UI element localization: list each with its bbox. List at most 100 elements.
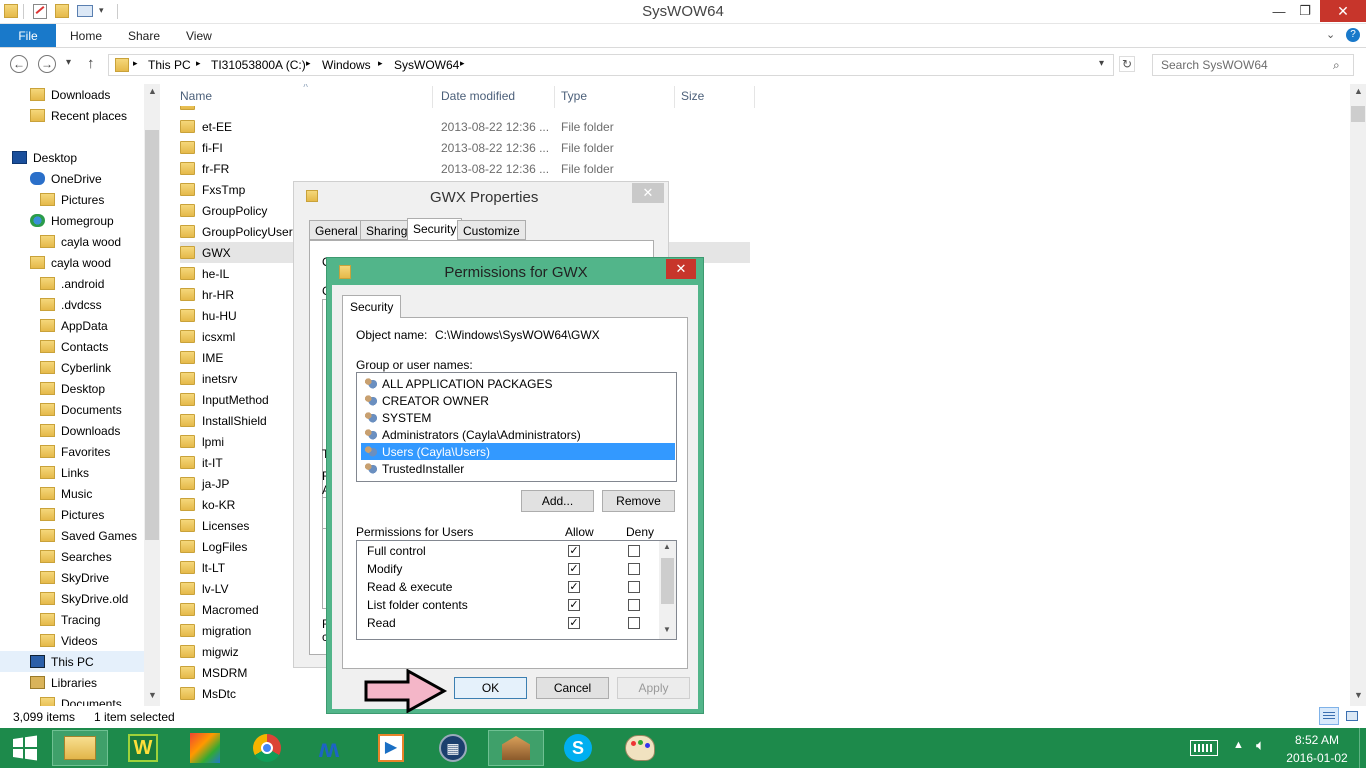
nav-item[interactable]: AppData [0,315,144,336]
column-header-name[interactable]: Name [180,89,212,103]
skype-taskbar-icon[interactable]: S [550,730,606,766]
help-icon[interactable]: ? [1346,28,1360,42]
nav-item[interactable]: SkyDrive.old [0,588,144,609]
minimize-button[interactable]: — [1266,0,1292,22]
allow-checkbox[interactable]: ✓ [568,617,580,629]
column-divider[interactable] [554,86,555,108]
recent-locations-button[interactable]: ▾ [66,57,71,68]
nav-item[interactable]: OneDrive [0,168,144,189]
tab-customize[interactable]: Customize [457,220,526,240]
nav-item[interactable]: Desktop [0,147,144,168]
user-list-item[interactable]: SYSTEM [361,409,675,426]
nav-item[interactable]: Tracing [0,609,144,630]
deny-checkbox[interactable] [628,545,640,557]
properties-close-button[interactable]: ✕ [632,183,664,203]
deny-checkbox[interactable] [628,617,640,629]
library-taskbar-icon[interactable] [488,730,544,766]
allow-checkbox[interactable]: ✓ [568,599,580,611]
clock-date[interactable]: 2016-01-02 [1284,751,1350,765]
nav-item[interactable]: Desktop [0,378,144,399]
breadcrumb-this-pc[interactable]: This PC [148,58,191,72]
clock-time[interactable]: 8:52 AM [1284,733,1350,747]
share-tab[interactable]: Share [128,29,160,43]
nav-item[interactable]: Cyberlink [0,357,144,378]
video-player-taskbar-icon[interactable]: ▶ [363,730,419,766]
nav-item[interactable]: Saved Games [0,525,144,546]
deny-checkbox[interactable] [628,581,640,593]
nav-item[interactable]: Favorites [0,441,144,462]
apply-button[interactable]: Apply [617,677,690,699]
nav-item[interactable]: Videos [0,630,144,651]
add-button[interactable]: Add... [521,490,594,512]
column-header-type[interactable]: Type [561,89,587,103]
nav-item[interactable]: Homegroup [0,210,144,231]
nav-item[interactable]: Downloads [0,420,144,441]
nav-item[interactable]: Libraries [0,672,144,693]
navigation-scrollbar[interactable]: ▲ ▼ [144,84,160,706]
nav-item[interactable]: cayla wood [0,252,144,273]
up-button[interactable]: ↑ [87,55,95,72]
chevron-right-icon[interactable]: ▸ [460,58,465,69]
file-explorer-taskbar-icon[interactable] [52,730,108,766]
deny-checkbox[interactable] [628,599,640,611]
refresh-icon[interactable]: ↻ [1119,56,1135,72]
column-divider[interactable] [674,86,675,108]
nav-item[interactable]: Documents [0,693,144,706]
deny-checkbox[interactable] [628,563,640,575]
close-button[interactable]: ✕ [1320,0,1366,22]
nav-item[interactable]: Recent places [0,105,144,126]
tab-sharing[interactable]: Sharing [360,220,414,240]
movie-maker-taskbar-icon[interactable]: ▦ [425,730,481,766]
nav-item[interactable]: SkyDrive [0,567,144,588]
butterfly-app-taskbar-icon[interactable]: ʍ [301,730,357,766]
keyboard-icon[interactable] [1190,740,1218,756]
show-hidden-icons-icon[interactable]: ▲ [1233,739,1244,751]
address-bar[interactable]: ▸ This PC ▸ TI31053800A (C:) ▸ Windows ▸… [108,54,1114,76]
breadcrumb-syswow64[interactable]: SysWOW64 [394,58,459,72]
user-list-item[interactable]: Administrators (Cayla\Administrators) [361,426,675,443]
remove-button[interactable]: Remove [602,490,675,512]
media-app-taskbar-icon[interactable] [177,730,233,766]
file-tab[interactable]: File [0,24,56,47]
column-header-size[interactable]: Size [681,89,704,103]
permissions-close-button[interactable]: ✕ [666,259,696,279]
tab-security[interactable]: Security [407,218,463,241]
list-item[interactable]: fr-FR 2013-08-22 12:36 ... File folder [180,158,750,179]
nav-item[interactable]: Downloads [0,84,144,105]
address-dropdown-icon[interactable]: ▾ [1099,58,1104,69]
tab-security[interactable]: Security [342,295,402,318]
cancel-button[interactable]: Cancel [536,677,609,699]
nav-item[interactable]: Contacts [0,336,144,357]
column-header-date[interactable]: Date modified [441,89,515,103]
home-tab[interactable]: Home [70,29,102,43]
nav-item[interactable]: Searches [0,546,144,567]
paint-taskbar-icon[interactable] [612,730,668,766]
nav-item[interactable]: .dvdcss [0,294,144,315]
chevron-right-icon[interactable]: ▸ [133,58,138,69]
restore-button[interactable]: ❐ [1292,0,1318,22]
wordperfect-taskbar-icon[interactable]: W [115,730,171,766]
list-item[interactable]: fi-FI 2013-08-22 12:36 ... File folder [180,137,750,158]
nav-item[interactable]: Links [0,462,144,483]
nav-item[interactable]: Music [0,483,144,504]
search-input[interactable]: Search SysWOW64 [1152,54,1354,76]
back-button[interactable]: ← [10,55,28,73]
breadcrumb-drive[interactable]: TI31053800A (C:) [211,58,306,72]
search-icon[interactable]: ⌕ [1333,58,1340,73]
show-desktop-button[interactable] [1359,728,1366,768]
volume-icon[interactable]: 🔈︎ [1256,737,1265,754]
nav-item[interactable]: Pictures [0,189,144,210]
nav-item[interactable]: Pictures [0,504,144,525]
chrome-taskbar-icon[interactable] [239,730,295,766]
start-button[interactable] [0,730,50,766]
ok-button[interactable]: OK [454,677,527,699]
view-tab[interactable]: View [186,29,212,43]
file-list-scrollbar[interactable]: ▲ ▼ [1350,84,1366,706]
allow-checkbox[interactable]: ✓ [568,581,580,593]
nav-item[interactable]: Documents [0,399,144,420]
large-icons-view-icon[interactable] [1342,707,1362,725]
list-item[interactable]: et-EE 2013-08-22 12:36 ... File folder [180,116,750,137]
nav-item[interactable]: cayla wood [0,231,144,252]
nav-item[interactable]: This PC [0,651,144,672]
nav-item[interactable]: .android [0,273,144,294]
